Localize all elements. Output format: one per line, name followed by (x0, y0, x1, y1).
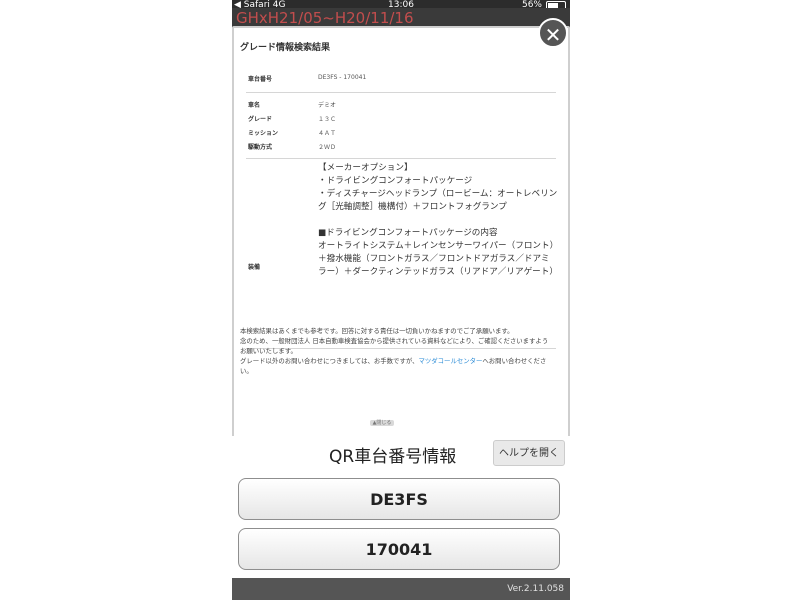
equipment-label: 装備 (248, 264, 261, 271)
row-label: グレード (248, 116, 273, 123)
qr-section-title: QR車台番号情報 (329, 447, 457, 467)
footer-bar: Ver.2.11.058 (232, 578, 570, 600)
note-line: 本検索結果はあくまでも参考です。回答に対する責任は一切負いかねますのでご了承願い… (240, 327, 514, 335)
row-label: 駆動方式 (248, 144, 273, 151)
call-center-link[interactable]: マツダコールセンター (419, 357, 483, 365)
row-label: ミッション (248, 130, 279, 137)
modal-title: グレード情報検索結果 (240, 43, 331, 53)
row-value: ４ＡＴ (318, 130, 337, 137)
background-title: GHxH21/05~H20/11/16 (232, 8, 570, 28)
row-label: 車台番号 (248, 76, 273, 83)
qr-info-section: QR車台番号情報 ヘルプを開く DE3FS 170041 (232, 436, 570, 578)
note-prefix: グレード以外のお問い合わせにつきましては、お手数ですが、 (240, 357, 419, 365)
divider (246, 158, 556, 159)
phone-screen: ◀ Safari 4G 13:06 56% GHxH21/05~H20/11/1… (232, 0, 570, 600)
close-tab-hint[interactable]: ▲閉じる (370, 420, 394, 426)
disclaimer-notes: 本検索結果はあくまでも参考です。回答に対する責任は一切負いかねますのでご了承願い… (240, 326, 552, 376)
model-code-button[interactable]: DE3FS (238, 478, 560, 520)
row-value: １３Ｃ (318, 116, 337, 123)
note-line: 念のため、一般財団法人 日本自動車検査協会から提供されている資料などにより、ご確… (240, 337, 549, 355)
row-value: ２ＷＤ (318, 144, 337, 151)
open-help-button[interactable]: ヘルプを開く (493, 440, 565, 466)
grade-result-modal: グレード情報検索結果 車台番号 DE3FS - 170041 車名 デミオ グレ… (232, 26, 570, 438)
equipment-value: 【メーカーオプション】 ・ドライビングコンフォートパッケージ ・ディスチャージヘ… (318, 163, 558, 277)
row-value: DE3FS - 170041 (318, 74, 367, 81)
row-value: デミオ (318, 102, 337, 109)
close-icon[interactable]: ✕ (538, 18, 568, 48)
row-label: 車名 (248, 102, 261, 109)
version-label: Ver.2.11.058 (507, 584, 564, 594)
serial-number-button[interactable]: 170041 (238, 528, 560, 570)
divider (246, 92, 556, 93)
note-line-contact: グレード以外のお問い合わせにつきましては、お手数ですが、マツダコールセンターへお… (240, 356, 552, 376)
